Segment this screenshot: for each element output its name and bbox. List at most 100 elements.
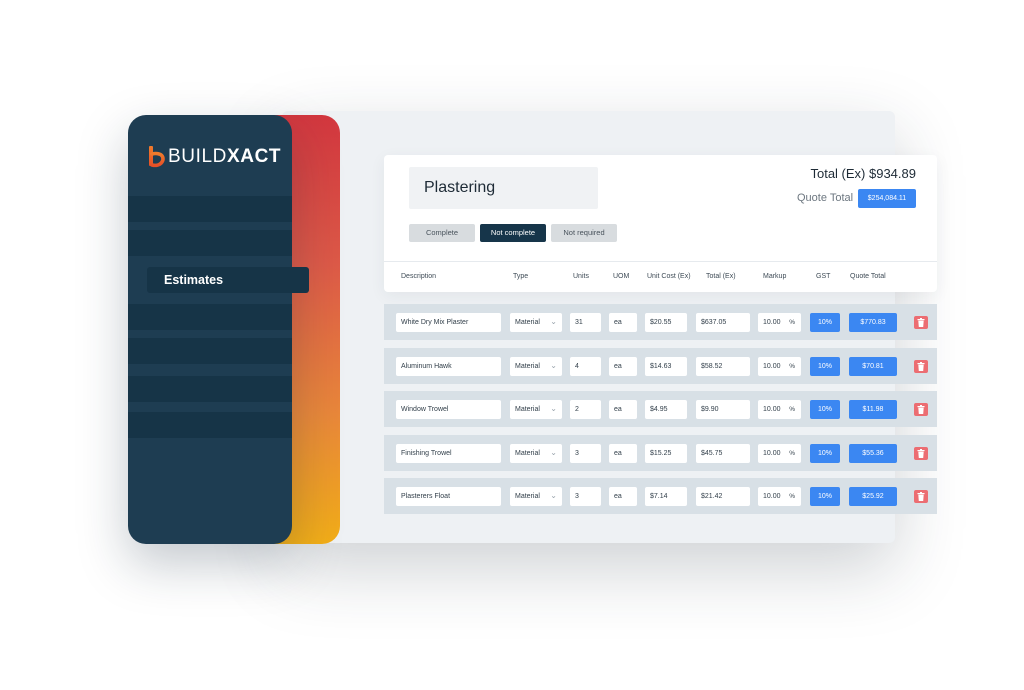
header-divider [384, 261, 937, 262]
type-select[interactable]: Material ⌄ [510, 444, 562, 463]
sidebar-nav-item[interactable] [128, 230, 292, 256]
uom-field[interactable]: ea [609, 313, 637, 332]
logo-text: BUILDXACT [168, 146, 281, 168]
status-not-complete-button[interactable]: Not complete [480, 224, 546, 242]
chevron-down-icon: ⌄ [550, 448, 557, 457]
type-select-value: Material [515, 493, 540, 500]
gst-badge[interactable]: 10% [810, 357, 840, 376]
trash-icon [917, 492, 925, 501]
sidebar-item-estimates[interactable]: Estimates [147, 267, 309, 293]
unit-cost-field[interactable]: $7.14 [645, 487, 687, 506]
type-select-value: Material [515, 406, 540, 413]
column-header-gst: GST [816, 273, 831, 280]
quote-total-badge: $11.98 [849, 400, 897, 419]
quote-total-badge: $70.81 [849, 357, 897, 376]
total-field: $9.90 [696, 400, 750, 419]
column-header-units: Units [573, 273, 589, 280]
quote-total-badge: $770.83 [849, 313, 897, 332]
description-field[interactable]: Window Trowel [396, 400, 501, 419]
column-header-description: Description [401, 273, 437, 280]
gst-badge[interactable]: 10% [810, 444, 840, 463]
total-field: $45.75 [696, 444, 750, 463]
description-field[interactable]: White Dry Mix Plaster [396, 313, 501, 332]
column-header-total: Total (Ex) [706, 273, 736, 280]
markup-value: 10.00 [763, 406, 781, 413]
uom-field[interactable]: ea [609, 487, 637, 506]
sidebar-nav-item[interactable] [128, 376, 292, 402]
description-field[interactable]: Aluminum Hawk [396, 357, 501, 376]
type-select-value: Material [515, 319, 540, 326]
delete-row-button[interactable] [914, 447, 928, 460]
uom-field[interactable]: ea [609, 444, 637, 463]
trash-icon [917, 318, 925, 327]
sidebar-nav-item[interactable] [128, 304, 292, 330]
status-not-required-button[interactable]: Not required [551, 224, 617, 242]
quote-total-badge: $25.92 [849, 487, 897, 506]
sidebar-nav-item[interactable] [128, 196, 292, 222]
units-field[interactable]: 2 [570, 400, 601, 419]
delete-row-button[interactable] [914, 403, 928, 416]
unit-cost-field[interactable]: $14.63 [645, 357, 687, 376]
percent-unit: % [789, 406, 795, 413]
description-field[interactable]: Finishing Trowel [396, 444, 501, 463]
total-field: $58.52 [696, 357, 750, 376]
units-field[interactable]: 31 [570, 313, 601, 332]
estimate-title-field[interactable]: Plastering [409, 167, 598, 209]
gst-badge[interactable]: 10% [810, 313, 840, 332]
unit-cost-field[interactable]: $20.55 [645, 313, 687, 332]
column-header-quote-total: Quote Total [850, 273, 886, 280]
percent-unit: % [789, 450, 795, 457]
description-field[interactable]: Plasterers Float [396, 487, 501, 506]
trash-icon [917, 362, 925, 371]
markup-value: 10.00 [763, 450, 781, 457]
markup-field[interactable]: 10.00% [758, 487, 801, 506]
sidebar-nav-item[interactable] [128, 338, 292, 364]
status-complete-button[interactable]: Complete [409, 224, 475, 242]
column-header-unit-cost: Unit Cost (Ex) [647, 273, 691, 280]
total-field: $637.05 [696, 313, 750, 332]
units-field[interactable]: 4 [570, 357, 601, 376]
delete-row-button[interactable] [914, 316, 928, 329]
percent-unit: % [789, 363, 795, 370]
percent-unit: % [789, 493, 795, 500]
type-select[interactable]: Material ⌄ [510, 313, 562, 332]
total-ex: Total (Ex) $934.89 [810, 166, 916, 181]
buildxact-logo[interactable]: BUILDXACT [148, 145, 281, 169]
units-field[interactable]: 3 [570, 487, 601, 506]
trash-icon [917, 405, 925, 414]
type-select[interactable]: Material ⌄ [510, 487, 562, 506]
chevron-down-icon: ⌄ [550, 491, 557, 500]
type-select[interactable]: Material ⌄ [510, 357, 562, 376]
markup-value: 10.00 [763, 319, 781, 326]
column-header-markup: Markup [763, 273, 787, 280]
buildxact-b-icon [149, 146, 165, 168]
column-header-uom: UOM [613, 273, 630, 280]
quote-total-label: Quote Total [797, 192, 854, 204]
delete-row-button[interactable] [914, 490, 928, 503]
type-select-value: Material [515, 363, 540, 370]
delete-row-button[interactable] [914, 360, 928, 373]
markup-field[interactable]: 10.00% [758, 313, 801, 332]
logo-text-light: BUILD [168, 146, 227, 167]
chevron-down-icon: ⌄ [550, 404, 557, 413]
units-field[interactable]: 3 [570, 444, 601, 463]
unit-cost-field[interactable]: $15.25 [645, 444, 687, 463]
column-header-type: Type [513, 273, 529, 280]
chevron-down-icon: ⌄ [550, 361, 557, 370]
markup-field[interactable]: 10.00% [758, 444, 801, 463]
type-select[interactable]: Material ⌄ [510, 400, 562, 419]
trash-icon [917, 449, 925, 458]
percent-unit: % [789, 319, 795, 326]
total-field: $21.42 [696, 487, 750, 506]
type-select-value: Material [515, 450, 540, 457]
markup-value: 10.00 [763, 363, 781, 370]
uom-field[interactable]: ea [609, 400, 637, 419]
uom-field[interactable]: ea [609, 357, 637, 376]
gst-badge[interactable]: 10% [810, 400, 840, 419]
sidebar-nav-item[interactable] [128, 412, 292, 438]
markup-field[interactable]: 10.00% [758, 400, 801, 419]
quote-total-value: $254,084.11 [858, 189, 916, 208]
gst-badge[interactable]: 10% [810, 487, 840, 506]
markup-field[interactable]: 10.00% [758, 357, 801, 376]
unit-cost-field[interactable]: $4.95 [645, 400, 687, 419]
